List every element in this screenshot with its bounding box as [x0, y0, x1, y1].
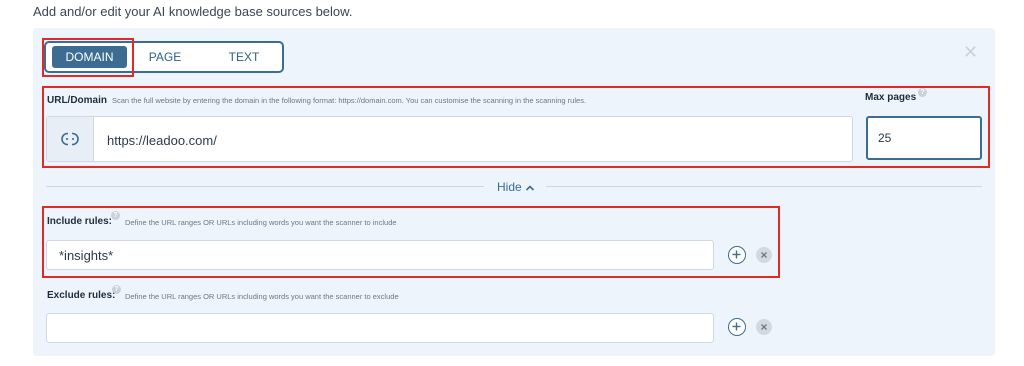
url-domain-field [46, 116, 853, 162]
max-pages-label: Max pages [865, 92, 917, 103]
link-icon [47, 117, 94, 161]
hide-toggle[interactable]: Hide [497, 180, 535, 194]
help-icon[interactable]: ? [112, 285, 121, 294]
divider-left [46, 186, 484, 187]
divider-right [546, 186, 982, 187]
exclude-rules-label: Exclude rules: [47, 290, 116, 301]
include-rules-input[interactable] [46, 240, 714, 270]
remove-include-rule-button[interactable] [756, 247, 772, 263]
max-pages-input[interactable] [866, 116, 982, 160]
add-include-rule-button[interactable] [728, 246, 746, 264]
chevron-up-icon [525, 180, 535, 194]
url-domain-hint: Scan the full website by entering the do… [112, 96, 587, 105]
include-rules-hint: Define the URL ranges OR URLs including … [125, 218, 397, 227]
tab-page[interactable]: PAGE [136, 43, 194, 71]
exclude-rules-hint: Define the URL ranges OR URLs including … [125, 292, 399, 301]
help-icon[interactable]: ? [111, 211, 120, 220]
close-icon[interactable]: ✕ [963, 42, 978, 63]
tab-domain[interactable]: DOMAIN [52, 46, 127, 68]
url-domain-input[interactable] [105, 129, 829, 151]
include-rules-label: Include rules: [47, 216, 113, 227]
hide-label: Hide [497, 180, 522, 194]
intro-text: Add and/or edit your AI knowledge base s… [33, 4, 353, 19]
url-domain-label: URL/Domain [47, 95, 107, 106]
tab-text[interactable]: TEXT [216, 43, 272, 71]
remove-exclude-rule-button[interactable] [756, 319, 772, 335]
exclude-rules-input[interactable] [46, 313, 714, 343]
source-type-tabs: DOMAIN PAGE TEXT [44, 41, 284, 73]
help-icon[interactable]: ? [918, 88, 927, 97]
add-exclude-rule-button[interactable] [728, 318, 746, 336]
